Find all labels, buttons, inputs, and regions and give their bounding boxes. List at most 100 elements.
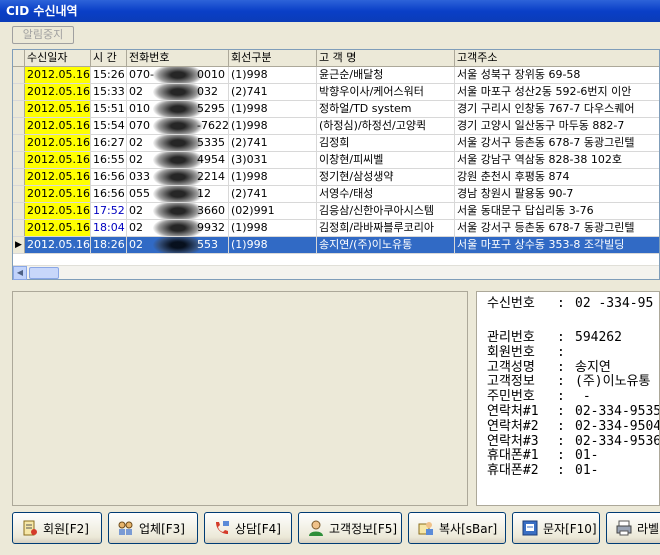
redaction-scribble [153, 84, 203, 100]
detail-row: 연락처#3:02-334-9536 [487, 433, 659, 449]
detail-label: 연락처#2 [487, 418, 539, 434]
table-row[interactable]: 2012.05.16 17:52 02 3660 (02)991 김응삼/신한아쿠아시스템… [13, 203, 659, 220]
cell-customer-address: 서울 마포구 상수동 353-8 조각빌딩 [455, 237, 659, 253]
cell-customer-name: 윤근순/배달청 [317, 67, 455, 83]
redaction-scribble [153, 101, 203, 117]
cell-time: 16:55 [91, 152, 127, 168]
cell-phone-suffix: 032 [197, 85, 218, 98]
cell-customer-name: 서영수/태성 [317, 186, 455, 202]
column-header-customer-address[interactable]: 고객주소 [455, 50, 659, 66]
scroll-thumb[interactable] [29, 267, 59, 279]
cell-phone: 02 3660 [127, 203, 229, 219]
table-row[interactable]: 2012.05.16 18:04 02 9932 (1)998 김정희/라바짜블루코리아 서… [13, 220, 659, 237]
column-header-customer-name[interactable]: 고 객 명 [317, 50, 455, 66]
cell-customer-address: 서울 강남구 역삼동 828-38 102호 [457, 153, 623, 166]
table-row[interactable]: 2012.05.16 15:51 010 5295 (1)998 정하얼/TD syste… [13, 101, 659, 118]
cell-time: 16:56 [91, 169, 127, 185]
redaction-scribble [153, 237, 203, 253]
column-header-time[interactable]: 시 간 [91, 50, 127, 66]
detail-row: 관리번호:594262 [487, 330, 622, 345]
member-button[interactable]: 회원[F2] [12, 512, 102, 544]
cell-phone-suffix: 5335 [197, 136, 225, 149]
column-header-date[interactable]: 수신일자 [25, 50, 91, 66]
alarm-stop-button[interactable]: 알림중지 [12, 26, 74, 44]
table-row[interactable]: 2012.05.16 16:56 033 2214 (1)998 정기현/삼성생약 강원 춘… [13, 169, 659, 186]
detail-separator: : [557, 448, 565, 464]
company-button[interactable]: 업체[F3] [108, 512, 198, 544]
cell-phone: 010 5295 [127, 101, 229, 117]
table-row[interactable]: 2012.05.16 16:27 02 5335 (2)741 김정희 서울 강서구 등촌동… [13, 135, 659, 152]
cell-line: (1)998 [229, 67, 317, 83]
cell-customer-address: 강원 춘천시 후평동 874 [457, 170, 570, 183]
detail-separator: : [557, 463, 565, 479]
consult-button[interactable]: 상담[F4] [204, 512, 292, 544]
horizontal-scrollbar[interactable]: ◀ [13, 265, 659, 280]
table-row[interactable]: ▶ 2012.05.16 18:26 02 553 (1)998 송지연/(주)이노유통 서울… [13, 237, 659, 254]
column-header-phone[interactable]: 전화번호 [127, 50, 229, 66]
row-indicator [13, 101, 25, 117]
row-indicator [13, 186, 25, 202]
cell-date: 2012.05.16 [25, 84, 91, 100]
table-row[interactable]: 2012.05.16 15:26 070- 0010 (1)998 윤근순/배달청 서울 성… [13, 67, 659, 84]
cell-line: (1)998 [229, 237, 317, 253]
row-indicator [13, 203, 25, 219]
copy-button-label: 복사[sBar] [439, 521, 498, 536]
printer-icon [616, 520, 632, 536]
grid-body: 2012.05.16 15:26 070- 0010 (1)998 윤근순/배달청 서울 성… [13, 67, 659, 254]
detail-row: 고객정보: (주)이노유통 [487, 374, 650, 389]
cell-phone-prefix: 055 [129, 187, 150, 200]
detail-row: 수신번호:02 -334-95 [487, 296, 653, 311]
cell-phone-suffix: 0010 [197, 68, 225, 81]
cell-customer-name: 김정희/라바짜블루코리아 [317, 220, 455, 236]
cell-date: 2012.05.16 [25, 203, 91, 219]
redaction-scribble [153, 186, 203, 202]
column-header-line[interactable]: 회선구분 [229, 50, 317, 66]
cell-customer-name: 김응삼/신한아쿠아시스템 [317, 203, 455, 219]
detail-value: 594262 [575, 330, 622, 345]
cell-phone-prefix: 070- [129, 68, 154, 81]
cell-customer-name: (하정심)/하정선/고양퀵 [317, 118, 455, 134]
detail-label: 휴대폰#2 [487, 463, 539, 479]
cell-phone-prefix: 02 [129, 204, 143, 217]
row-indicator [13, 220, 25, 236]
consult-button-label: 상담[F4] [235, 521, 281, 536]
cell-line: (2)741 [229, 135, 317, 151]
row-indicator [13, 67, 25, 83]
cell-phone-suffix: 12 [197, 187, 211, 200]
cell-date: 2012.05.16 [25, 186, 91, 202]
detail-row: 고객성명: 송지연 [487, 360, 611, 375]
cell-phone: 033 2214 [127, 169, 229, 185]
table-row[interactable]: 2012.05.16 15:33 02 032 (2)741 박향우이사/케어스워터 서울 … [13, 84, 659, 101]
label-print-button[interactable]: 라벨 [606, 512, 660, 544]
table-row[interactable]: 2012.05.16 16:55 02 4954 (3)031 이창현/피씨벨 서울 강남구… [13, 152, 659, 169]
detail-separator: : [557, 344, 565, 360]
detail-value: 01- [575, 463, 599, 479]
cell-time: 18:04 [91, 220, 127, 236]
detail-separator: : [557, 389, 565, 405]
cell-phone-prefix: 02 [129, 85, 143, 98]
cell-time: 15:54 [91, 118, 127, 134]
cell-phone-prefix: 02 [129, 238, 143, 251]
cell-phone: 02 9932 [127, 220, 229, 236]
copy-button[interactable]: 복사[sBar] [408, 512, 506, 544]
detail-row: 연락처#2:02-334-9504 [487, 418, 660, 434]
cell-customer-name: 박향우이사/케어스워터 [317, 84, 455, 100]
table-row[interactable]: 2012.05.16 15:54 070 -7622 (1)998 (하정심)/하정선/고… [13, 118, 659, 135]
detail-label: 연락처#3 [487, 433, 539, 449]
detail-value: 02-334-9504 [575, 418, 660, 434]
customer-info-button[interactable]: 고객정보[F5] [298, 512, 402, 544]
cell-phone-prefix: 02 [129, 136, 143, 149]
cell-time: 17:52 [91, 203, 127, 219]
cell-line: (2)741 [229, 84, 317, 100]
member-button-label: 회원[F2] [43, 521, 89, 536]
detail-label: 연락처#1 [487, 404, 539, 419]
detail-separator: : [557, 359, 565, 375]
redaction-scribble [153, 67, 203, 83]
table-row[interactable]: 2012.05.16 16:56 055 12 (2)741 서영수/태성 경남 창원시 팔… [13, 186, 659, 203]
sms-button[interactable]: 문자[F10] [512, 512, 600, 544]
cell-line: (1)998 [229, 220, 317, 236]
cell-customer-address: 서울 마포구 성산2동 592-6번지 이안 [457, 85, 632, 98]
detail-row [487, 313, 575, 328]
call-history-grid[interactable]: 수신일자 시 간 전화번호 회선구분 고 객 명 고객주소 2012.05.16… [12, 49, 660, 280]
scroll-left-arrow-icon[interactable]: ◀ [13, 266, 27, 280]
